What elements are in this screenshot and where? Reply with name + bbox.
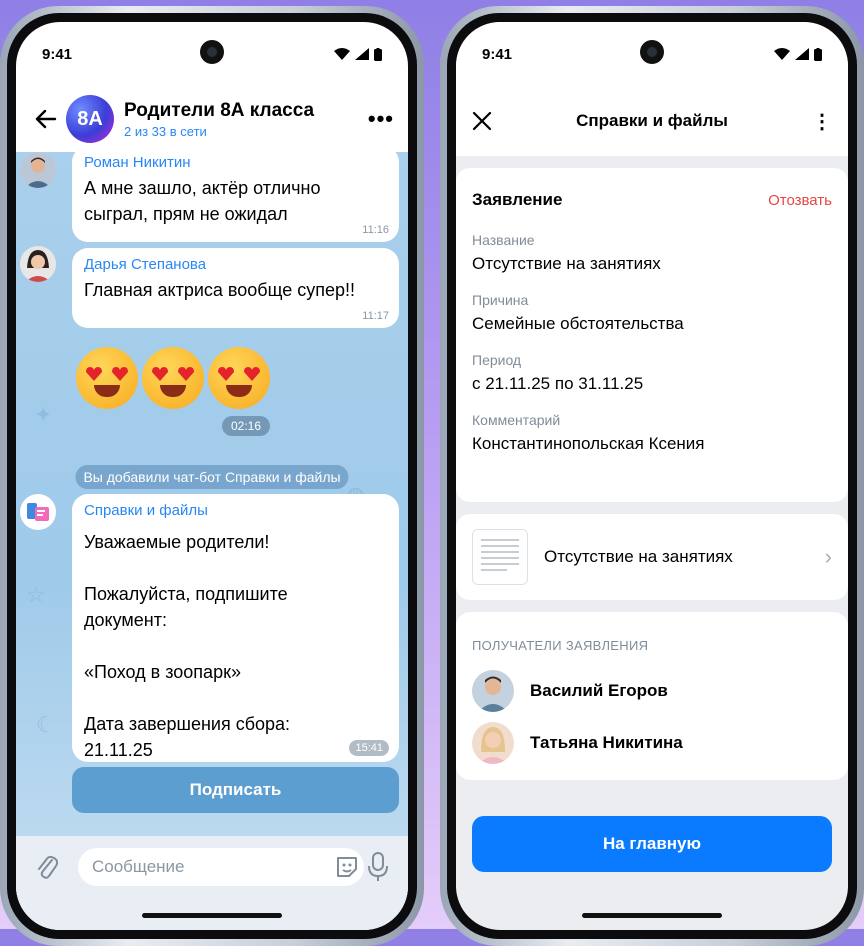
form-phone: 9:41 Справки и файлы ⋮ Заявление Отозват… [440, 6, 864, 946]
message-author: Дарья Степанова [84, 256, 207, 273]
battery-icon [814, 47, 822, 61]
avatar-darya[interactable] [20, 246, 56, 282]
microphone-icon[interactable] [368, 852, 388, 882]
more-vertical-icon[interactable]: ⋮ [812, 109, 832, 134]
application-card: Заявление Отозвать Название Отсутствие н… [456, 168, 848, 502]
recipient-name: Василий Егоров [530, 681, 668, 700]
chat-title: Родители 8А класса [124, 99, 315, 121]
recipients-caption: ПОЛУЧАТЕЛИ ЗАЯВЛЕНИЯ [472, 638, 649, 653]
recipient-item[interactable]: Татьяна Никитина [472, 717, 832, 769]
wifi-icon [774, 48, 790, 60]
field-value: Константинопольская Ксения [472, 434, 705, 453]
field-label: Причина [472, 292, 529, 308]
emoji-message[interactable] [76, 347, 270, 409]
message-text: А мне зашло, актёр отлично сыграл, прям … [84, 178, 321, 224]
bot-avatar[interactable] [20, 494, 56, 530]
form-screen: 9:41 Справки и файлы ⋮ Заявление Отозват… [456, 22, 848, 930]
message-time: 11:17 [362, 310, 389, 322]
front-camera [200, 40, 224, 64]
application-card-header: Заявление Отозвать [472, 172, 832, 228]
document-card[interactable]: Отсутствие на занятиях › [456, 514, 848, 600]
field-label: Комментарий [472, 412, 561, 428]
field-value: с 21.11.25 по 31.11.25 [472, 374, 644, 393]
message-line: Уважаемые родители! [84, 532, 270, 552]
message-line [84, 633, 387, 659]
moon-doodle-icon: ☾ [36, 712, 56, 737]
message-time: 11:16 [362, 224, 389, 236]
field-label: Период [472, 352, 522, 368]
back-button[interactable] [30, 103, 62, 135]
avatar-roman[interactable] [20, 152, 56, 188]
form-header: Справки и файлы ⋮ [456, 86, 848, 156]
document-row[interactable]: Отсутствие на занятиях › [472, 514, 832, 600]
field-list: Название Отсутствие на занятиях Причина … [472, 232, 832, 454]
message-author: Справки и файлы [84, 502, 208, 519]
avatar [472, 670, 514, 712]
message-line: Пожалуйста, подпишите документ: [84, 584, 288, 630]
recipients-list: Василий Егоров Татьяна Никитина [472, 665, 832, 769]
arrow-left-icon [35, 109, 57, 129]
message-time: 15:41 [349, 740, 389, 756]
close-icon[interactable] [472, 111, 492, 131]
heart-eyes-emoji-icon [142, 347, 204, 409]
field-label: Название [472, 232, 535, 248]
status-time: 9:41 [482, 45, 513, 63]
home-button[interactable]: На главную [472, 816, 832, 872]
field-value: Отсутствие на занятиях [472, 254, 661, 273]
system-message: Вы добавили чат-бот Справки и файлы [75, 465, 349, 489]
signal-icon [795, 48, 809, 60]
documents-icon [27, 503, 49, 521]
group-avatar[interactable]: 8А [66, 95, 114, 143]
document-name: Отсутствие на занятиях [544, 547, 733, 566]
system-icons [774, 47, 822, 61]
heart-eyes-emoji-icon [76, 347, 138, 409]
message-bubble[interactable]: Роман Никитин А мне зашло, актёр отлично… [72, 146, 399, 242]
bot-message-bubble[interactable]: Справки и файлы Уважаемые родители! Пожа… [72, 494, 399, 762]
message-line [84, 555, 387, 581]
message-bubble[interactable]: Дарья Степанова Главная актриса вообще с… [72, 248, 399, 328]
more-horizontal-icon[interactable]: ••• [368, 106, 394, 132]
chat-phone: 9:41 8А Родители 8А класса 2 из 33 в сет… [0, 6, 424, 946]
chevron-right-icon: › [824, 544, 832, 569]
message-author: Роман Никитин [84, 154, 191, 171]
chat-screen: 9:41 8А Родители 8А класса 2 из 33 в сет… [16, 22, 408, 930]
message-line: Дата завершения сбора: 21.11.25 [84, 714, 291, 760]
recipients-card: ПОЛУЧАТЕЛИ ЗАЯВЛЕНИЯ Василий Егоров Тать… [456, 612, 848, 780]
revoke-button[interactable]: Отозвать [768, 192, 832, 209]
battery-icon [374, 47, 382, 61]
status-time: 9:41 [42, 45, 73, 63]
message-line [84, 685, 387, 711]
sticker-icon[interactable] [334, 854, 360, 880]
rocket-doodle-icon: ✦ [34, 402, 53, 427]
home-indicator[interactable] [582, 913, 722, 918]
page-title: Справки и файлы [576, 111, 728, 130]
online-status: 2 из 33 в сети [124, 123, 207, 139]
field-value: Семейные обстоятельства [472, 314, 684, 333]
signal-icon [355, 48, 369, 60]
emoji-time: 02:16 [222, 416, 271, 436]
heart-eyes-emoji-icon [208, 347, 270, 409]
phone-bezel: 9:41 8А Родители 8А класса 2 из 33 в сет… [7, 13, 417, 939]
avatar [472, 722, 514, 764]
system-icons [334, 47, 382, 61]
home-indicator[interactable] [142, 913, 282, 918]
message-text: Уважаемые родители! Пожалуйста, подпишит… [84, 529, 387, 763]
chat-header: 8А Родители 8А класса 2 из 33 в сети ••• [16, 86, 408, 152]
message-text: Главная актриса вообще супер!! [84, 280, 356, 300]
phone-bezel: 9:41 Справки и файлы ⋮ Заявление Отозват… [447, 13, 857, 939]
recipient-name: Татьяна Никитина [530, 733, 683, 752]
chat-title-block[interactable]: Родители 8А класса 2 из 33 в сети [124, 100, 314, 139]
message-line: «Поход в зоопарк» [84, 662, 241, 682]
document-thumbnail [472, 529, 528, 585]
star-doodle-icon: ☆ [26, 582, 46, 607]
wifi-icon [334, 48, 350, 60]
recipient-item[interactable]: Василий Егоров [472, 665, 832, 717]
message-input[interactable]: Сообщение [78, 848, 364, 886]
front-camera [640, 40, 664, 64]
paperclip-icon[interactable] [36, 852, 58, 882]
application-title: Заявление [472, 190, 563, 209]
sign-button[interactable]: Подписать [72, 767, 399, 813]
